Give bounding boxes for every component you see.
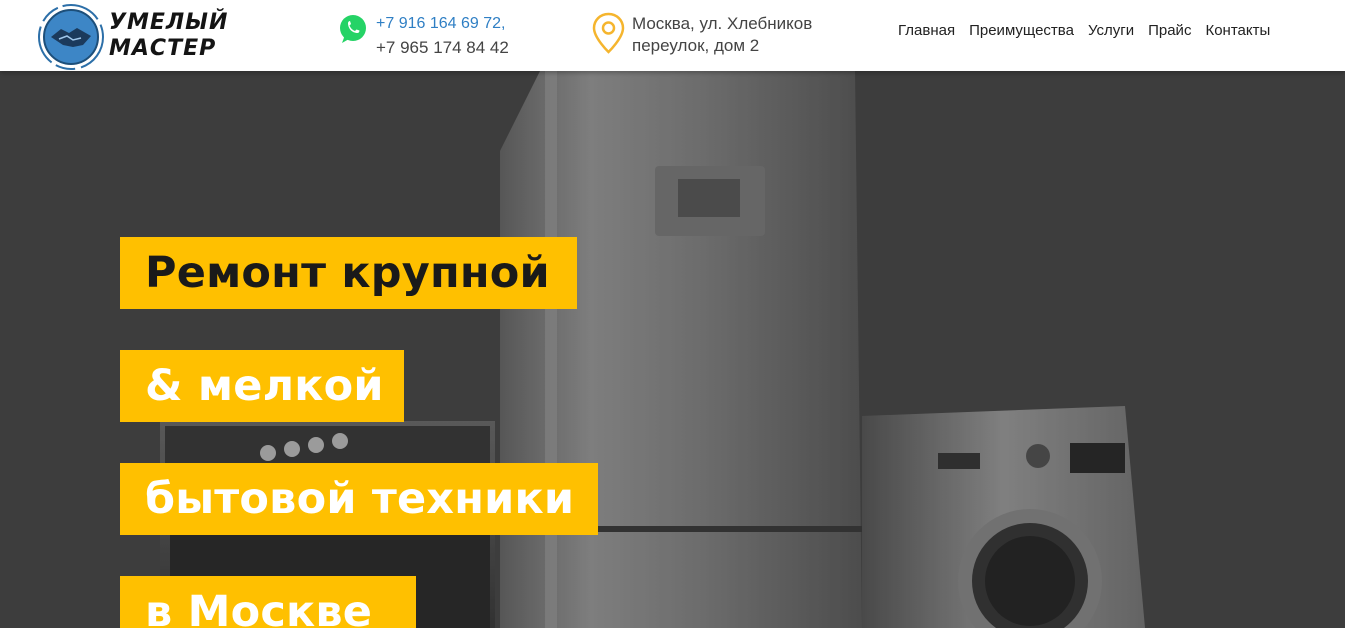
brand-name: УМЕЛЫЙ МАСТЕР xyxy=(109,10,228,62)
handshake-icon xyxy=(38,4,104,70)
map-pin-icon xyxy=(592,12,625,54)
phone-block: +7 916 164 69 72, +7 965 174 84 42 xyxy=(337,13,537,59)
nav-item-home[interactable]: Главная xyxy=(898,22,955,42)
whatsapp-icon[interactable] xyxy=(337,13,369,45)
address-line-1: Москва, ул. Хлебников xyxy=(632,14,813,33)
hero-headline-line-1: Ремонт крупной xyxy=(120,237,577,309)
hero-headline-line-3: бытовой техники xyxy=(120,463,598,535)
logo[interactable]: УМЕЛЫЙ МАСТЕР xyxy=(37,3,267,70)
nav-item-prices[interactable]: Прайс xyxy=(1148,22,1191,42)
phone-link-1[interactable]: +7 916 164 69 72, xyxy=(376,15,505,33)
nav-item-contacts[interactable]: Контакты xyxy=(1205,22,1270,42)
brand-line1: УМЕЛЫЙ xyxy=(109,10,229,35)
address-block: Москва, ул. Хлебников переулок, дом 2 xyxy=(592,12,882,60)
main-nav: Главная Преимущества Услуги Прайс Контак… xyxy=(898,22,1270,42)
address-text: Москва, ул. Хлебников переулок, дом 2 xyxy=(632,13,812,57)
site-header: УМЕЛЫЙ МАСТЕР +7 916 164 69 72, +7 965 1… xyxy=(0,0,1345,71)
hero-section: Ремонт крупной & мелкой бытовой техники … xyxy=(0,71,1345,628)
nav-item-services[interactable]: Услуги xyxy=(1088,22,1134,42)
nav-item-advantages[interactable]: Преимущества xyxy=(969,22,1074,42)
hero-headline-line-2: & мелкой xyxy=(120,350,404,422)
brand-line2: МАСТЕР xyxy=(109,36,217,61)
phone-link-2[interactable]: +7 965 174 84 42 xyxy=(376,38,509,58)
hero-headline-line-4: в Москве xyxy=(120,576,416,628)
address-line-2: переулок, дом 2 xyxy=(632,36,760,55)
